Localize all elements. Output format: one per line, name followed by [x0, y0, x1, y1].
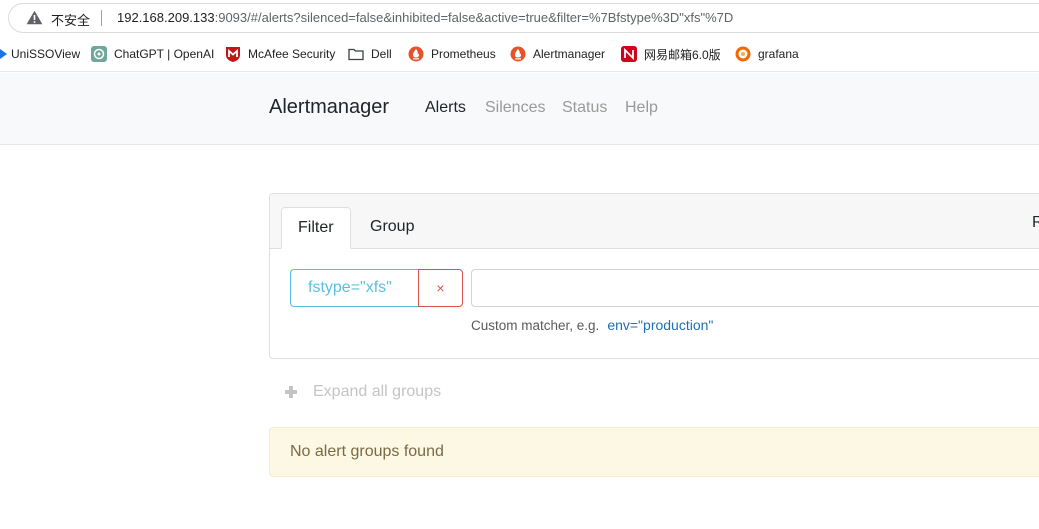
custom-matcher-input[interactable] — [471, 269, 1039, 307]
remove-matcher-button[interactable]: × — [418, 269, 463, 307]
alert-text: No alert groups found — [290, 443, 444, 460]
url-separator — [101, 10, 102, 26]
expand-all-groups-button[interactable]: Expand all groups — [285, 383, 441, 401]
tab-group[interactable]: Group — [354, 207, 430, 249]
card-header: Filter Group R — [270, 194, 1039, 249]
matcher-button[interactable]: fstype="xfs" — [290, 269, 418, 307]
bookmark-mcafee[interactable]: McAfee Security — [225, 45, 335, 63]
filter-card: Filter Group R fstype="xfs" × Custom mat… — [269, 193, 1039, 359]
bookmark-label: Prometheus — [431, 47, 496, 61]
security-label[interactable]: 不安全 — [51, 10, 90, 29]
no-alerts-message: No alert groups found — [269, 427, 1039, 477]
app-navbar: Alertmanager Alerts Silences Status Help — [0, 73, 1039, 145]
bookmark-label: UniSSOView — [11, 47, 81, 61]
bookmark-grafana[interactable]: grafana — [735, 45, 799, 63]
bookmark-chatgpt[interactable]: ChatGPT | OpenAI — [91, 45, 214, 63]
browser-address-bar: 不安全 192.168.209.133:9093/#/alerts?silenc… — [0, 0, 1039, 36]
url-host: 192.168.209.133 — [117, 10, 215, 25]
expand-all-label: Expand all groups — [313, 383, 442, 400]
nav-silences[interactable]: Silences — [485, 99, 545, 117]
bookmark-label: McAfee Security — [248, 47, 336, 61]
alertmanager-icon — [510, 46, 526, 62]
grafana-icon — [735, 46, 751, 62]
tab-filter[interactable]: Filter — [281, 207, 351, 249]
bookmark-dell[interactable]: Dell — [348, 45, 392, 63]
help-example: env="production" — [607, 317, 714, 333]
header-right-control[interactable]: R — [1032, 214, 1039, 232]
bookmarks-bar: UniSSOView ChatGPT | OpenAI McAfee Secur… — [0, 36, 1039, 72]
url-path: :9093/#/alerts?silenced=false&inhibited=… — [214, 10, 734, 25]
plus-icon — [285, 386, 297, 398]
help-text: Custom matcher, e.g. — [471, 318, 600, 333]
mcafee-icon — [226, 47, 240, 62]
warning-icon[interactable] — [26, 10, 43, 25]
folder-icon — [348, 48, 364, 61]
bookmark-label: Dell — [371, 47, 392, 61]
openai-icon — [91, 46, 107, 62]
nav-alerts[interactable]: Alerts — [425, 99, 466, 117]
brand-logo[interactable]: Alertmanager — [269, 96, 389, 119]
nav-status[interactable]: Status — [562, 99, 607, 117]
bookmark-alertmanager[interactable]: Alertmanager — [510, 45, 605, 63]
url-text[interactable]: 192.168.209.133:9093/#/alerts?silenced=f… — [117, 10, 733, 25]
netease-mail-icon — [621, 46, 637, 62]
prometheus-icon — [408, 46, 424, 62]
nav-help[interactable]: Help — [625, 99, 658, 117]
bookmark-label: ChatGPT | OpenAI — [114, 47, 215, 61]
uni-sso-icon — [0, 49, 7, 59]
bookmark-label: Alertmanager — [533, 47, 606, 61]
bookmark-label: grafana — [758, 47, 799, 61]
matcher-help: Custom matcher, e.g. env="production" — [471, 317, 713, 333]
bookmark-unissoview[interactable]: UniSSOView — [0, 45, 80, 63]
bookmark-prometheus[interactable]: Prometheus — [408, 45, 496, 63]
bookmark-netease-mail[interactable]: 网易邮箱6.0版 — [621, 45, 721, 63]
url-field[interactable]: 不安全 192.168.209.133:9093/#/alerts?silenc… — [8, 3, 1039, 33]
bookmark-label: 网易邮箱6.0版 — [644, 47, 721, 62]
